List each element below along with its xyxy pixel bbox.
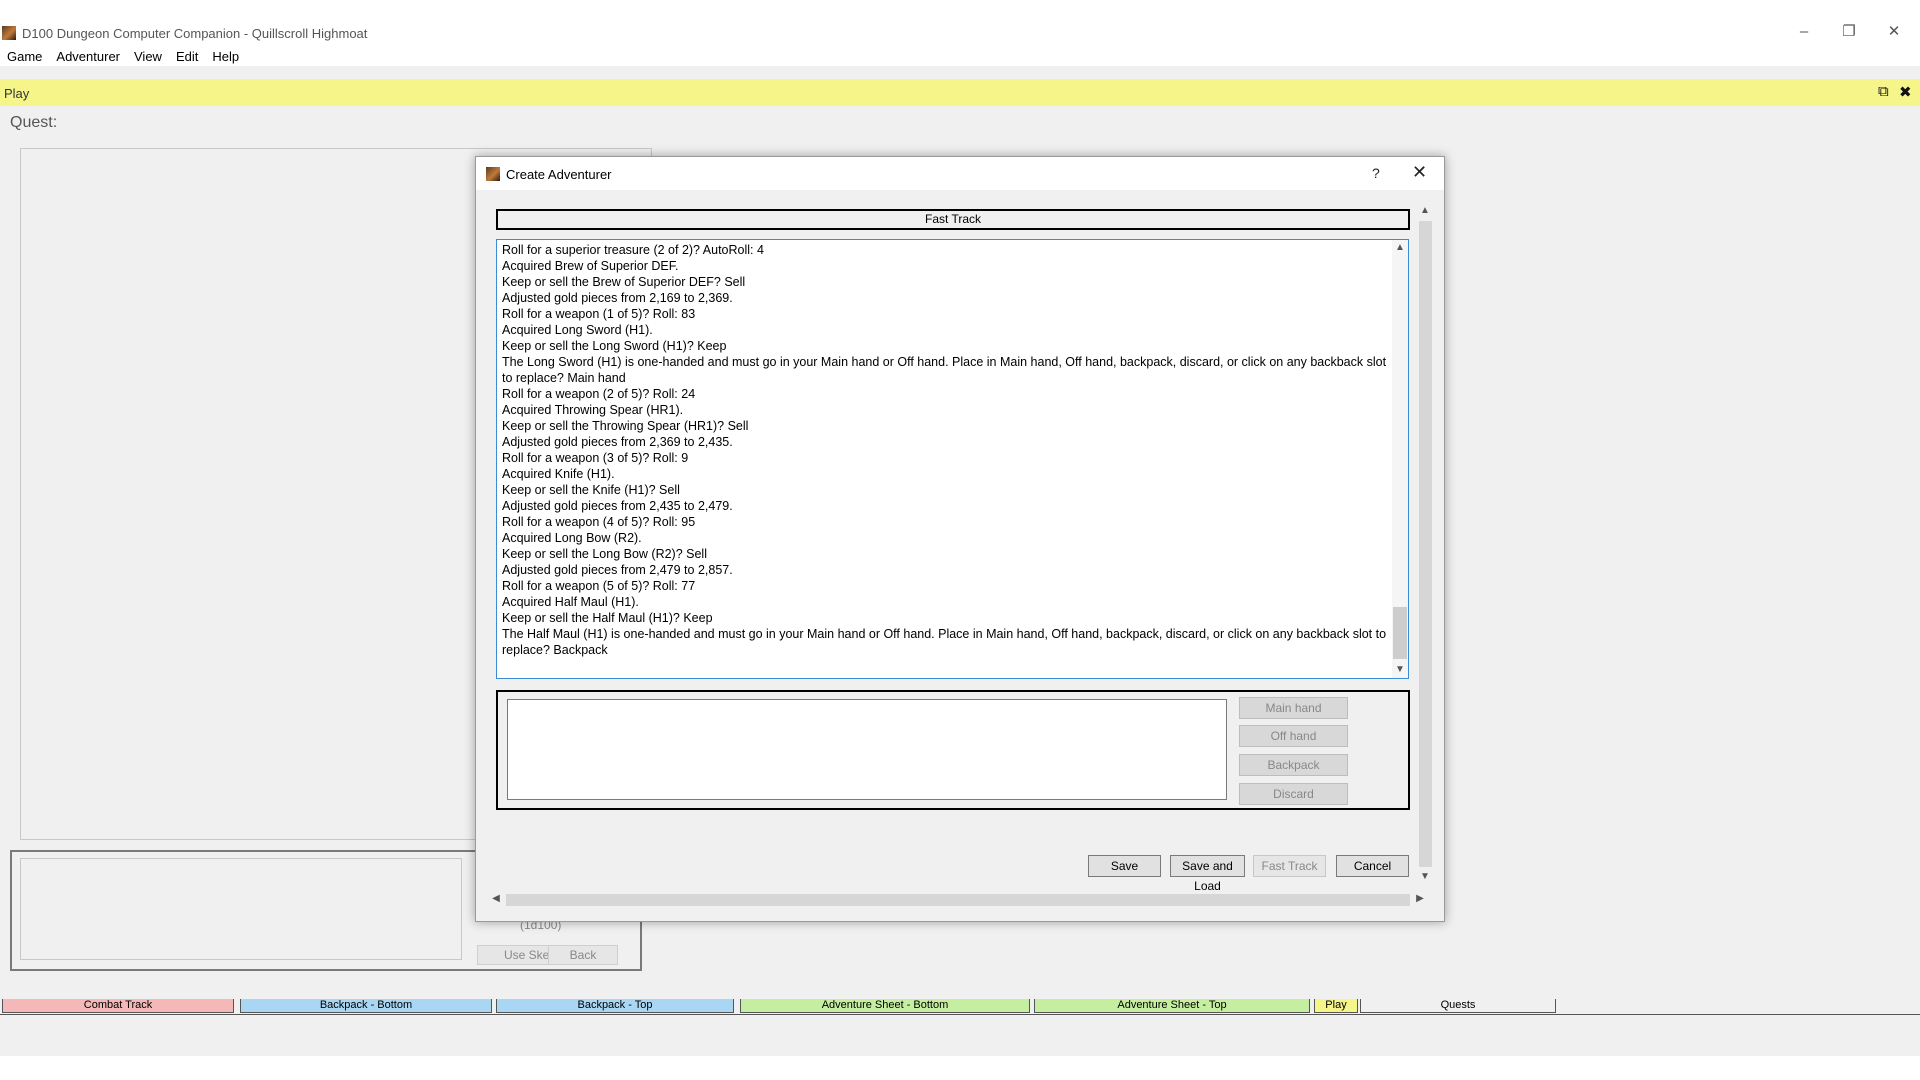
view-tabs: Combat Track Backpack - Bottom Backpack … (0, 998, 1920, 1015)
help-icon[interactable]: ? (1372, 165, 1380, 181)
menu-adventurer[interactable]: Adventurer (49, 48, 127, 66)
dialog-title-bar: Create Adventurer ? ✕ (476, 157, 1444, 190)
adventure-log[interactable]: Roll for a superior treasure (2 of 2)? A… (496, 239, 1409, 679)
log-lines: Roll for a superior treasure (2 of 2)? A… (502, 242, 1390, 658)
tab-backpack-top[interactable]: Backpack - Top (496, 999, 734, 1013)
dialog-scroll-up-icon[interactable]: ▲ (1417, 205, 1433, 216)
log-line: Keep or sell the Brew of Superior DEF? S… (502, 275, 746, 289)
log-line: Acquired Long Sword (H1). (502, 323, 653, 337)
log-line: Roll for a weapon (4 of 5)? Roll: 95 (502, 515, 696, 529)
backpack-button[interactable]: Backpack (1239, 754, 1348, 776)
log-line: Roll for a weapon (5 of 5)? Roll: 77 (502, 579, 696, 593)
log-line: Adjusted gold pieces from 2,435 to 2,479… (502, 499, 733, 513)
log-line: Roll for a weapon (1 of 5)? Roll: 83 (502, 307, 696, 321)
log-line: The Half Maul (H1) is one-handed and mus… (502, 627, 1387, 657)
log-line: Adjusted gold pieces from 2,369 to 2,435… (502, 435, 733, 449)
tab-backpack-bottom[interactable]: Backpack - Bottom (240, 999, 492, 1013)
title-bar: D100 Dungeon Computer Companion - Quills… (0, 0, 1920, 66)
placement-panel: Main hand Off hand Backpack Discard (496, 690, 1410, 810)
log-line: Keep or sell the Throwing Spear (HR1)? S… (502, 419, 749, 433)
quest-label: Quest: (10, 114, 58, 131)
scroll-down-icon[interactable]: ▼ (1392, 664, 1408, 675)
tab-adventure-sheet-top[interactable]: Adventure Sheet - Top (1034, 999, 1310, 1013)
roll-text-area (20, 858, 462, 960)
scroll-up-icon[interactable]: ▲ (1392, 242, 1408, 253)
discard-button[interactable]: Discard (1239, 783, 1348, 805)
menu-bar: Game Adventurer View Edit Help (0, 48, 246, 66)
status-strip (0, 1056, 1920, 1080)
tab-quests[interactable]: Quests (1360, 999, 1556, 1013)
tab-combat-track[interactable]: Combat Track (2, 999, 234, 1013)
main-hand-button[interactable]: Main hand (1239, 697, 1348, 719)
restore-icon[interactable]: ❐ (1839, 22, 1859, 42)
create-adventurer-dialog: Create Adventurer ? ✕ Fast Track Roll fo… (475, 156, 1445, 922)
back-button[interactable]: Back (548, 945, 618, 965)
tab-play[interactable]: Play (1314, 999, 1358, 1013)
app-icon (2, 26, 16, 40)
dialog-title: Create Adventurer (506, 167, 612, 182)
minimize-icon[interactable]: – (1794, 22, 1814, 42)
dialog-hscroll-thumb[interactable] (506, 894, 1410, 906)
app-title: D100 Dungeon Computer Companion - Quills… (22, 26, 368, 41)
log-line: Adjusted gold pieces from 2,169 to 2,369… (502, 291, 733, 305)
log-line: Keep or sell the Half Maul (H1)? Keep (502, 611, 713, 625)
fast-track-button[interactable]: Fast Track (1253, 855, 1326, 877)
log-line: Keep or sell the Knife (H1)? Sell (502, 483, 680, 497)
log-line: Roll for a superior treasure (2 of 2)? A… (502, 243, 764, 257)
log-line: Keep or sell the Long Sword (H1)? Keep (502, 339, 727, 353)
log-line: Roll for a weapon (2 of 5)? Roll: 24 (502, 387, 696, 401)
off-hand-button[interactable]: Off hand (1239, 725, 1348, 747)
dialog-vertical-scrollbar[interactable]: ▲ ▼ (1417, 203, 1434, 887)
log-line: Acquired Long Bow (R2). (502, 531, 642, 545)
menu-game[interactable]: Game (0, 48, 49, 66)
log-line: Roll for a weapon (3 of 5)? Roll: 9 (502, 451, 689, 465)
log-line: Keep or sell the Long Bow (R2)? Sell (502, 547, 707, 561)
play-panel-header: Play ⧉ ✖ (0, 79, 1920, 106)
log-line: Acquired Half Maul (H1). (502, 595, 639, 609)
save-button[interactable]: Save (1088, 855, 1161, 877)
fast-track-banner: Fast Track (496, 209, 1410, 230)
cancel-button[interactable]: Cancel (1336, 855, 1409, 877)
dialog-horizontal-scrollbar[interactable]: ◀ ▶ (488, 891, 1428, 908)
dialog-vscroll-thumb[interactable] (1419, 221, 1432, 867)
panel-close-icon[interactable]: ✖ (1899, 83, 1912, 101)
play-panel-title: Play (4, 86, 30, 101)
placement-textbox[interactable] (507, 699, 1227, 800)
log-line: The Long Sword (H1) is one-handed and mu… (502, 355, 1387, 385)
dialog-close-icon[interactable]: ✕ (1412, 162, 1427, 183)
save-and-load-button[interactable]: Save and Load (1170, 855, 1245, 893)
dialog-scroll-right-icon[interactable]: ▶ (1412, 893, 1428, 904)
dialog-app-icon (486, 167, 500, 181)
log-line: Acquired Throwing Spear (HR1). (502, 403, 684, 417)
log-line: Adjusted gold pieces from 2,479 to 2,857… (502, 563, 733, 577)
log-line: Acquired Knife (H1). (502, 467, 615, 481)
menu-edit[interactable]: Edit (169, 48, 205, 66)
log-line: Acquired Brew of Superior DEF. (502, 259, 679, 273)
menu-view[interactable]: View (127, 48, 169, 66)
close-icon[interactable]: ✕ (1884, 22, 1904, 42)
dialog-scroll-down-icon[interactable]: ▼ (1417, 871, 1433, 882)
log-scrollbar[interactable]: ▲ ▼ (1392, 240, 1408, 678)
dialog-scroll-left-icon[interactable]: ◀ (488, 893, 504, 904)
tab-adventure-sheet-bottom[interactable]: Adventure Sheet - Bottom (740, 999, 1030, 1013)
log-scroll-thumb[interactable] (1393, 607, 1407, 659)
undock-icon[interactable]: ⧉ (1878, 83, 1889, 100)
menu-help[interactable]: Help (205, 48, 246, 66)
